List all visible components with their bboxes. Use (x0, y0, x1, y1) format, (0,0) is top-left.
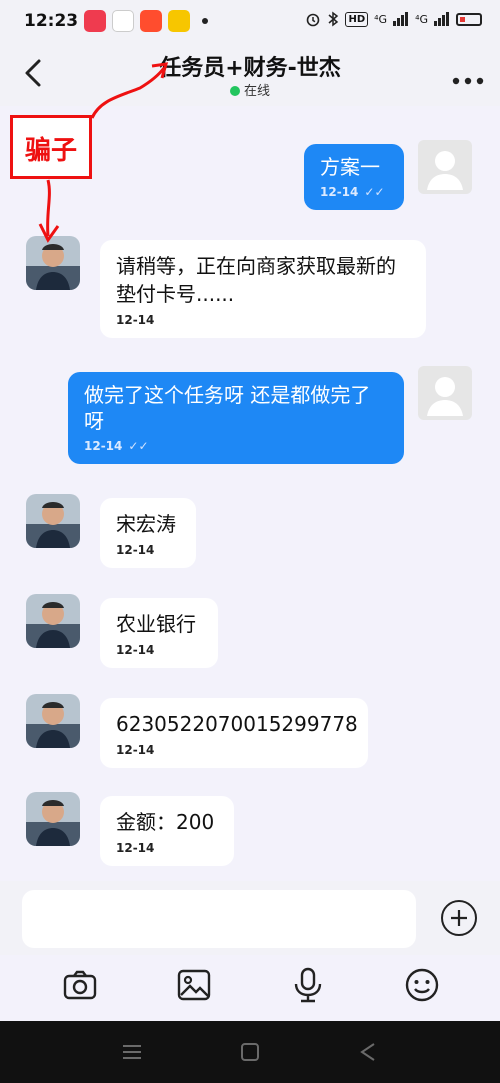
contact-avatar[interactable] (26, 594, 80, 648)
message-time: 12-14 (116, 743, 155, 757)
back-nav-icon[interactable] (356, 1040, 380, 1064)
system-icons: HD ⁴G ⁴G (305, 11, 482, 27)
contact-photo (26, 494, 80, 548)
wechat-icon (112, 10, 134, 32)
system-nav-bar (0, 1021, 500, 1083)
more-dots-icon (452, 77, 484, 85)
double-check-icon: ✓✓ (128, 439, 149, 453)
chat-header: 任务员+财务-世杰 在线 (0, 44, 500, 106)
message-bubble-incoming[interactable]: 金额：200 12-14 (100, 796, 234, 866)
my-avatar[interactable] (418, 140, 472, 194)
message-text: 金额：200 (116, 810, 215, 834)
message-bubble-incoming[interactable]: 宋宏涛 12-14 (100, 498, 196, 568)
home-nav-icon[interactable] (238, 1040, 262, 1064)
image-icon[interactable] (176, 967, 212, 1003)
my-avatar[interactable] (418, 366, 472, 420)
camera-icon[interactable] (62, 967, 98, 1003)
contact-photo (26, 236, 80, 290)
message-time: 12-14 (116, 841, 155, 855)
more-notifications-icon (202, 18, 208, 24)
message-time: 12-14 (116, 643, 155, 657)
double-check-icon: ✓✓ (364, 185, 385, 199)
message-text: 农业银行 (116, 612, 196, 636)
annotation-label: 骗子 (24, 136, 77, 166)
video-app-icon (84, 10, 106, 32)
message-input[interactable] (22, 890, 416, 948)
news-app-icon (168, 10, 190, 32)
message-text: 方案一 (320, 155, 380, 179)
default-avatar-icon (427, 151, 463, 190)
message-time: 12-14 (320, 185, 359, 199)
message-bubble-outgoing[interactable]: 方案一 12-14 ✓✓ (304, 144, 404, 210)
emoji-icon[interactable] (404, 967, 440, 1003)
message-text: 请稍等，正在向商家获取最新的垫付卡号...... (116, 254, 396, 306)
shopping-app-icon (140, 10, 162, 32)
message-time: 12-14 (116, 313, 155, 327)
contact-photo (26, 694, 80, 748)
message-time: 12-14 (84, 439, 123, 453)
contact-photo (26, 594, 80, 648)
message-text: 6230522070015299778 (116, 712, 358, 736)
message-list[interactable]: 方案一 12-14 ✓✓ 请稍等，正在向商家获取最新的垫付卡号...... 12-… (0, 106, 500, 881)
bluetooth-icon (328, 11, 339, 27)
microphone-icon[interactable] (290, 967, 326, 1003)
default-avatar-icon (427, 377, 463, 416)
alarm-icon (307, 13, 320, 27)
message-bubble-incoming[interactable]: 6230522070015299778 12-14 (100, 698, 368, 768)
contact-avatar[interactable] (26, 236, 80, 290)
contact-photo (26, 792, 80, 846)
signal-icon (393, 12, 409, 26)
input-toolbar (0, 955, 500, 1021)
status-time: 12:23 (24, 11, 79, 31)
online-label: 在线 (243, 84, 270, 99)
menu-nav-icon[interactable] (120, 1040, 144, 1064)
more-button[interactable] (452, 62, 484, 92)
plus-icon (451, 910, 467, 926)
message-bubble-incoming[interactable]: 请稍等，正在向商家获取最新的垫付卡号...... 12-14 (100, 240, 426, 338)
network-label-2: ⁴G (415, 12, 428, 26)
contact-avatar[interactable] (26, 494, 80, 548)
status-bar: 12:23 HD ⁴G ⁴G (0, 0, 500, 44)
online-dot-icon (229, 86, 240, 96)
plus-circle-button[interactable] (441, 900, 477, 936)
contact-avatar[interactable] (26, 792, 80, 846)
message-text: 宋宏涛 (116, 512, 176, 536)
online-status: 在线 (0, 80, 500, 99)
message-bubble-outgoing[interactable]: 做完了这个任务呀 还是都做完了呀 12-14 ✓✓ (68, 372, 404, 464)
network-label-1: ⁴G (374, 12, 388, 26)
message-bubble-incoming[interactable]: 农业银行 12-14 (100, 598, 218, 668)
chat-title: 任务员+财务-世杰 (159, 56, 341, 81)
battery-icon (456, 12, 482, 26)
hd-badge: HD (345, 11, 369, 27)
annotation-label-box: 骗子 (10, 115, 92, 179)
notification-icons (84, 10, 208, 32)
message-text: 做完了这个任务呀 还是都做完了呀 (84, 383, 371, 433)
message-time: 12-14 (116, 543, 155, 557)
contact-avatar[interactable] (26, 694, 80, 748)
signal-icon-2 (434, 12, 449, 26)
